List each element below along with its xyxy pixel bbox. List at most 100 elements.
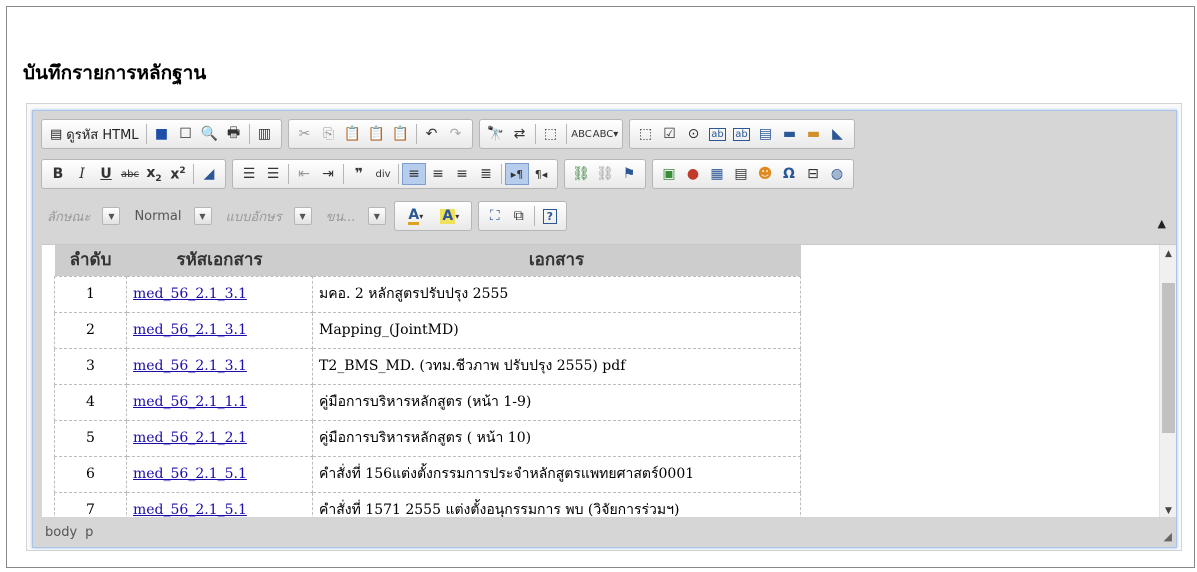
toolbar-group-document: ▤ ดูรหัส HTML ■ ☐ 🔍 🖶 ▥ [41, 119, 282, 149]
paste-word-button[interactable]: 📋 [389, 123, 413, 145]
source-button[interactable]: ▤ ดูรหัส HTML [46, 123, 143, 145]
new-page-button[interactable]: ☐ [174, 123, 198, 145]
indent-button[interactable]: ⇥ [316, 163, 340, 185]
templates-button[interactable]: ▥ [253, 123, 277, 145]
subscript-icon: x2 [146, 164, 162, 184]
scroll-up-icon[interactable]: ▲ [1160, 245, 1176, 262]
size-combo[interactable]: ขน... ▼ [320, 203, 386, 229]
numbered-list-button[interactable]: ☰ [237, 163, 261, 185]
redo-button[interactable]: ↷ [444, 123, 468, 145]
document-code-link[interactable]: med_56_2.1_1.1 [133, 394, 247, 410]
document-name: Mapping_(JointMD) [312, 311, 801, 349]
maximize-button[interactable]: ⛶ [483, 205, 507, 227]
radio-button[interactable]: ⊙ [682, 123, 706, 145]
align-center-button[interactable]: ≡ [426, 163, 450, 185]
justify-button[interactable]: ≣ [474, 163, 498, 185]
paste-text-button[interactable]: 📋 [365, 123, 389, 145]
ltr-button[interactable]: ▸¶ [505, 163, 529, 185]
editor-content[interactable]: ลำดับ รหัสเอกสาร เอกสาร 1 med_56_2.1_3.1… [42, 244, 1176, 518]
underline-button[interactable]: U [94, 163, 118, 185]
iframe-button[interactable]: ◍ [825, 163, 849, 185]
document-code-link[interactable]: med_56_2.1_5.1 [133, 466, 247, 482]
align-right-button[interactable]: ≡ [450, 163, 474, 185]
toolbar-group-colors: A ▾ A ▾ [393, 201, 472, 231]
document-code-link[interactable]: med_56_2.1_3.1 [133, 358, 247, 374]
page-break-button[interactable]: ⊟ [801, 163, 825, 185]
text-color-button[interactable]: A ▾ [399, 205, 433, 227]
show-blocks-button[interactable]: ⧉ [507, 205, 531, 227]
special-char-button[interactable]: Ω [777, 163, 801, 185]
document-code-cell: med_56_2.1_3.1 [126, 275, 313, 313]
flash-button[interactable]: ● [681, 163, 705, 185]
save-button[interactable]: ■ [150, 123, 174, 145]
superscript-button[interactable]: x2 [166, 163, 190, 185]
preview-button[interactable]: 🔍 [198, 123, 222, 145]
table-header-row: ลำดับ รหัสเอกสาร เอกสาร [54, 245, 801, 276]
scroll-down-icon[interactable]: ▼ [1160, 502, 1176, 518]
cut-button[interactable]: ✂ [293, 123, 317, 145]
rtl-button[interactable]: ¶◂ [529, 163, 553, 185]
document-code-link[interactable]: med_56_2.1_2.1 [133, 430, 247, 446]
spellcheck-button[interactable]: ABC [570, 123, 594, 145]
format-combo[interactable]: ลักษณะ ▼ [41, 203, 121, 229]
hidden-field-button[interactable]: ◣ [826, 123, 850, 145]
form-button-button[interactable]: ▬ [778, 123, 802, 145]
document-name: คำสั่งที่ 1571 2555 แต่งตั้งอนุกรรมการ พ… [312, 491, 801, 518]
outdent-button[interactable]: ⇤ [292, 163, 316, 185]
strike-button[interactable]: abc [118, 163, 142, 185]
undo-button[interactable]: ↶ [420, 123, 444, 145]
image-button-button[interactable]: ▬ [802, 123, 826, 145]
templates-icon: ▥ [257, 126, 272, 142]
copy-button[interactable]: ⎘ [317, 123, 341, 145]
resize-grip-icon[interactable]: ◢ [1164, 530, 1172, 543]
print-button[interactable]: 🖶 [222, 123, 246, 145]
replace-button[interactable]: ⇄ [508, 123, 532, 145]
paste-button[interactable]: 📋 [341, 123, 365, 145]
blockquote-button[interactable]: ❞ [347, 163, 371, 185]
scrollbar-thumb[interactable] [1162, 283, 1175, 433]
textfield-button[interactable]: ab [706, 123, 730, 145]
select-field-button[interactable]: ▤ [754, 123, 778, 145]
smiley-button[interactable]: ☻ [753, 163, 777, 185]
align-center-icon: ≡ [432, 166, 444, 182]
italic-button[interactable]: I [70, 163, 94, 185]
undo-icon: ↶ [425, 126, 438, 142]
path-item-p[interactable]: p [85, 525, 93, 540]
link-button[interactable]: ⛓ [569, 163, 593, 185]
bg-color-button[interactable]: A ▾ [433, 205, 467, 227]
collapse-toolbar-icon[interactable]: ▲ [1158, 217, 1166, 230]
image-button[interactable]: ▣ [657, 163, 681, 185]
align-left-button[interactable]: ≡ [402, 163, 426, 185]
toolbar-group-links: ⛓ ⛓ ⚑ [564, 159, 646, 189]
subscript-button[interactable]: x2 [142, 163, 166, 185]
size-combo-field: ขน... [325, 209, 356, 225]
bulleted-list-button[interactable]: ☰ [261, 163, 285, 185]
toolbar-group-editing: 🔭 ⇄ ⬚ ABC ABC▾ [478, 119, 623, 149]
unlink-button[interactable]: ⛓ [593, 163, 617, 185]
checkbox-button[interactable]: ☑ [658, 123, 682, 145]
find-button[interactable]: 🔭 [484, 123, 508, 145]
anchor-button[interactable]: ⚑ [617, 163, 641, 185]
about-button[interactable]: ? [538, 205, 562, 227]
form-button[interactable]: ⬚ [634, 123, 658, 145]
content-scrollbar[interactable]: ▲ ▼ [1159, 245, 1176, 518]
document-code-cell: med_56_2.1_5.1 [126, 455, 313, 493]
rich-text-editor: ▤ ดูรหัส HTML ■ ☐ 🔍 🖶 ▥ ✂ ⎘ 📋 📋 📋 ↶ ↷ 🔭 … [32, 110, 1177, 548]
remove-format-button[interactable]: ◢ [197, 163, 221, 185]
scayt-button[interactable]: ABC▾ [593, 123, 619, 145]
horizontal-rule-button[interactable]: ▤ [729, 163, 753, 185]
create-div-button[interactable]: div [371, 163, 395, 185]
document-code-link[interactable]: med_56_2.1_3.1 [133, 286, 247, 302]
button-icon: ▬ [782, 126, 797, 142]
select-all-button[interactable]: ⬚ [539, 123, 563, 145]
font-combo[interactable]: แบบอักษร ▼ [220, 203, 312, 229]
textarea-button[interactable]: ab [730, 123, 754, 145]
underline-icon: U [100, 166, 112, 182]
document-code-link[interactable]: med_56_2.1_3.1 [133, 322, 247, 338]
document-name: T2_BMS_MD. (วทม.ชีวภาพ ปรับปรุง 2555) pd… [312, 347, 801, 385]
path-item-body[interactable]: body [45, 525, 77, 540]
document-code-link[interactable]: med_56_2.1_5.1 [133, 502, 247, 518]
table-button[interactable]: ▦ [705, 163, 729, 185]
style-combo[interactable]: Normal ▼ [128, 203, 212, 229]
bold-button[interactable]: B [46, 163, 70, 185]
